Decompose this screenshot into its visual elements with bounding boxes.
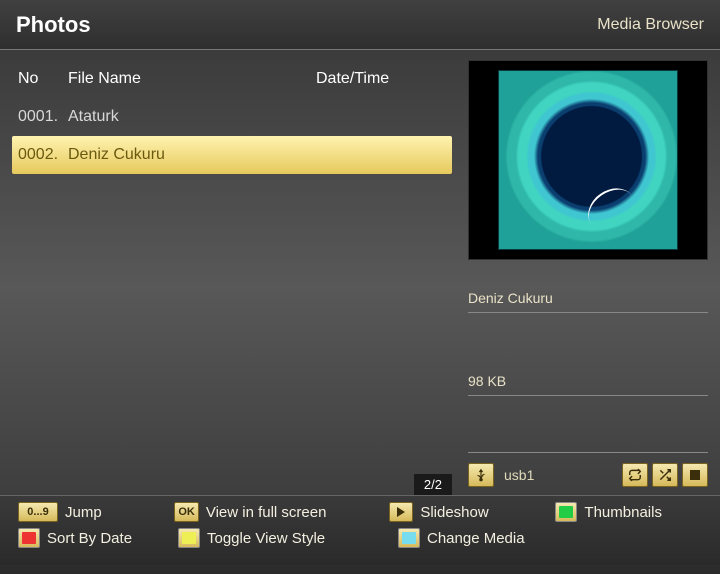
hint-sort: Sort By Date: [18, 528, 178, 548]
key-red-icon: [18, 528, 40, 548]
app-title: Media Browser: [597, 16, 704, 34]
page-title: Photos: [16, 12, 91, 38]
hint-label: Slideshow: [420, 504, 488, 521]
repeat-icon[interactable]: [622, 463, 648, 487]
list-item[interactable]: 0002. Deniz Cukuru: [12, 136, 452, 174]
title-bar: Photos Media Browser: [0, 0, 720, 50]
cell-name: Ataturk: [68, 108, 316, 126]
hint-thumbnails: Thumbnails: [555, 502, 702, 522]
hint-label: View in full screen: [206, 504, 327, 521]
hint-ok: OK View in full screen: [174, 502, 389, 522]
hint-label: Change Media: [427, 530, 525, 547]
source-name: usb1: [504, 467, 612, 483]
preview-image: [498, 70, 678, 250]
hint-label: Toggle View Style: [207, 530, 325, 547]
file-list-panel: No File Name Date/Time 0001. Ataturk 000…: [12, 60, 452, 495]
key-blue-icon: [398, 528, 420, 548]
key-yellow-icon: [178, 528, 200, 548]
col-header-no: No: [18, 70, 68, 88]
content-area: No File Name Date/Time 0001. Ataturk 000…: [0, 50, 720, 495]
hint-changemedia: Change Media: [398, 528, 568, 548]
cell-name: Deniz Cukuru: [68, 146, 316, 164]
page-indicator: 2/2: [414, 474, 452, 495]
stop-icon[interactable]: [682, 463, 708, 487]
shuffle-icon[interactable]: [652, 463, 678, 487]
list-header: No File Name Date/Time: [12, 60, 452, 98]
key-green-icon: [555, 502, 577, 522]
key-play-icon: [389, 502, 413, 522]
hint-jump: 0...9 Jump: [18, 502, 174, 522]
source-bar: usb1: [468, 452, 708, 495]
preview-panel: Deniz Cukuru 98 KB usb1: [468, 60, 708, 495]
col-header-filename: File Name: [68, 70, 316, 88]
hint-label: Jump: [65, 504, 102, 521]
hint-label: Thumbnails: [584, 504, 662, 521]
preview-image-box: [468, 60, 708, 260]
list-item[interactable]: 0001. Ataturk: [12, 98, 452, 136]
key-ok: OK: [174, 502, 199, 522]
hint-toggle: Toggle View Style: [178, 528, 398, 548]
usb-icon: [468, 463, 494, 487]
key-numeric: 0...9: [18, 502, 58, 522]
hint-label: Sort By Date: [47, 530, 132, 547]
col-header-datetime: Date/Time: [316, 70, 446, 88]
cell-no: 0002.: [18, 146, 68, 164]
footer-hints: 0...9 Jump OK View in full screen Slides…: [0, 495, 720, 565]
preview-filename: Deniz Cukuru: [468, 290, 708, 313]
preview-filesize: 98 KB: [468, 373, 708, 396]
cell-no: 0001.: [18, 108, 68, 126]
hint-slideshow: Slideshow: [389, 502, 555, 522]
